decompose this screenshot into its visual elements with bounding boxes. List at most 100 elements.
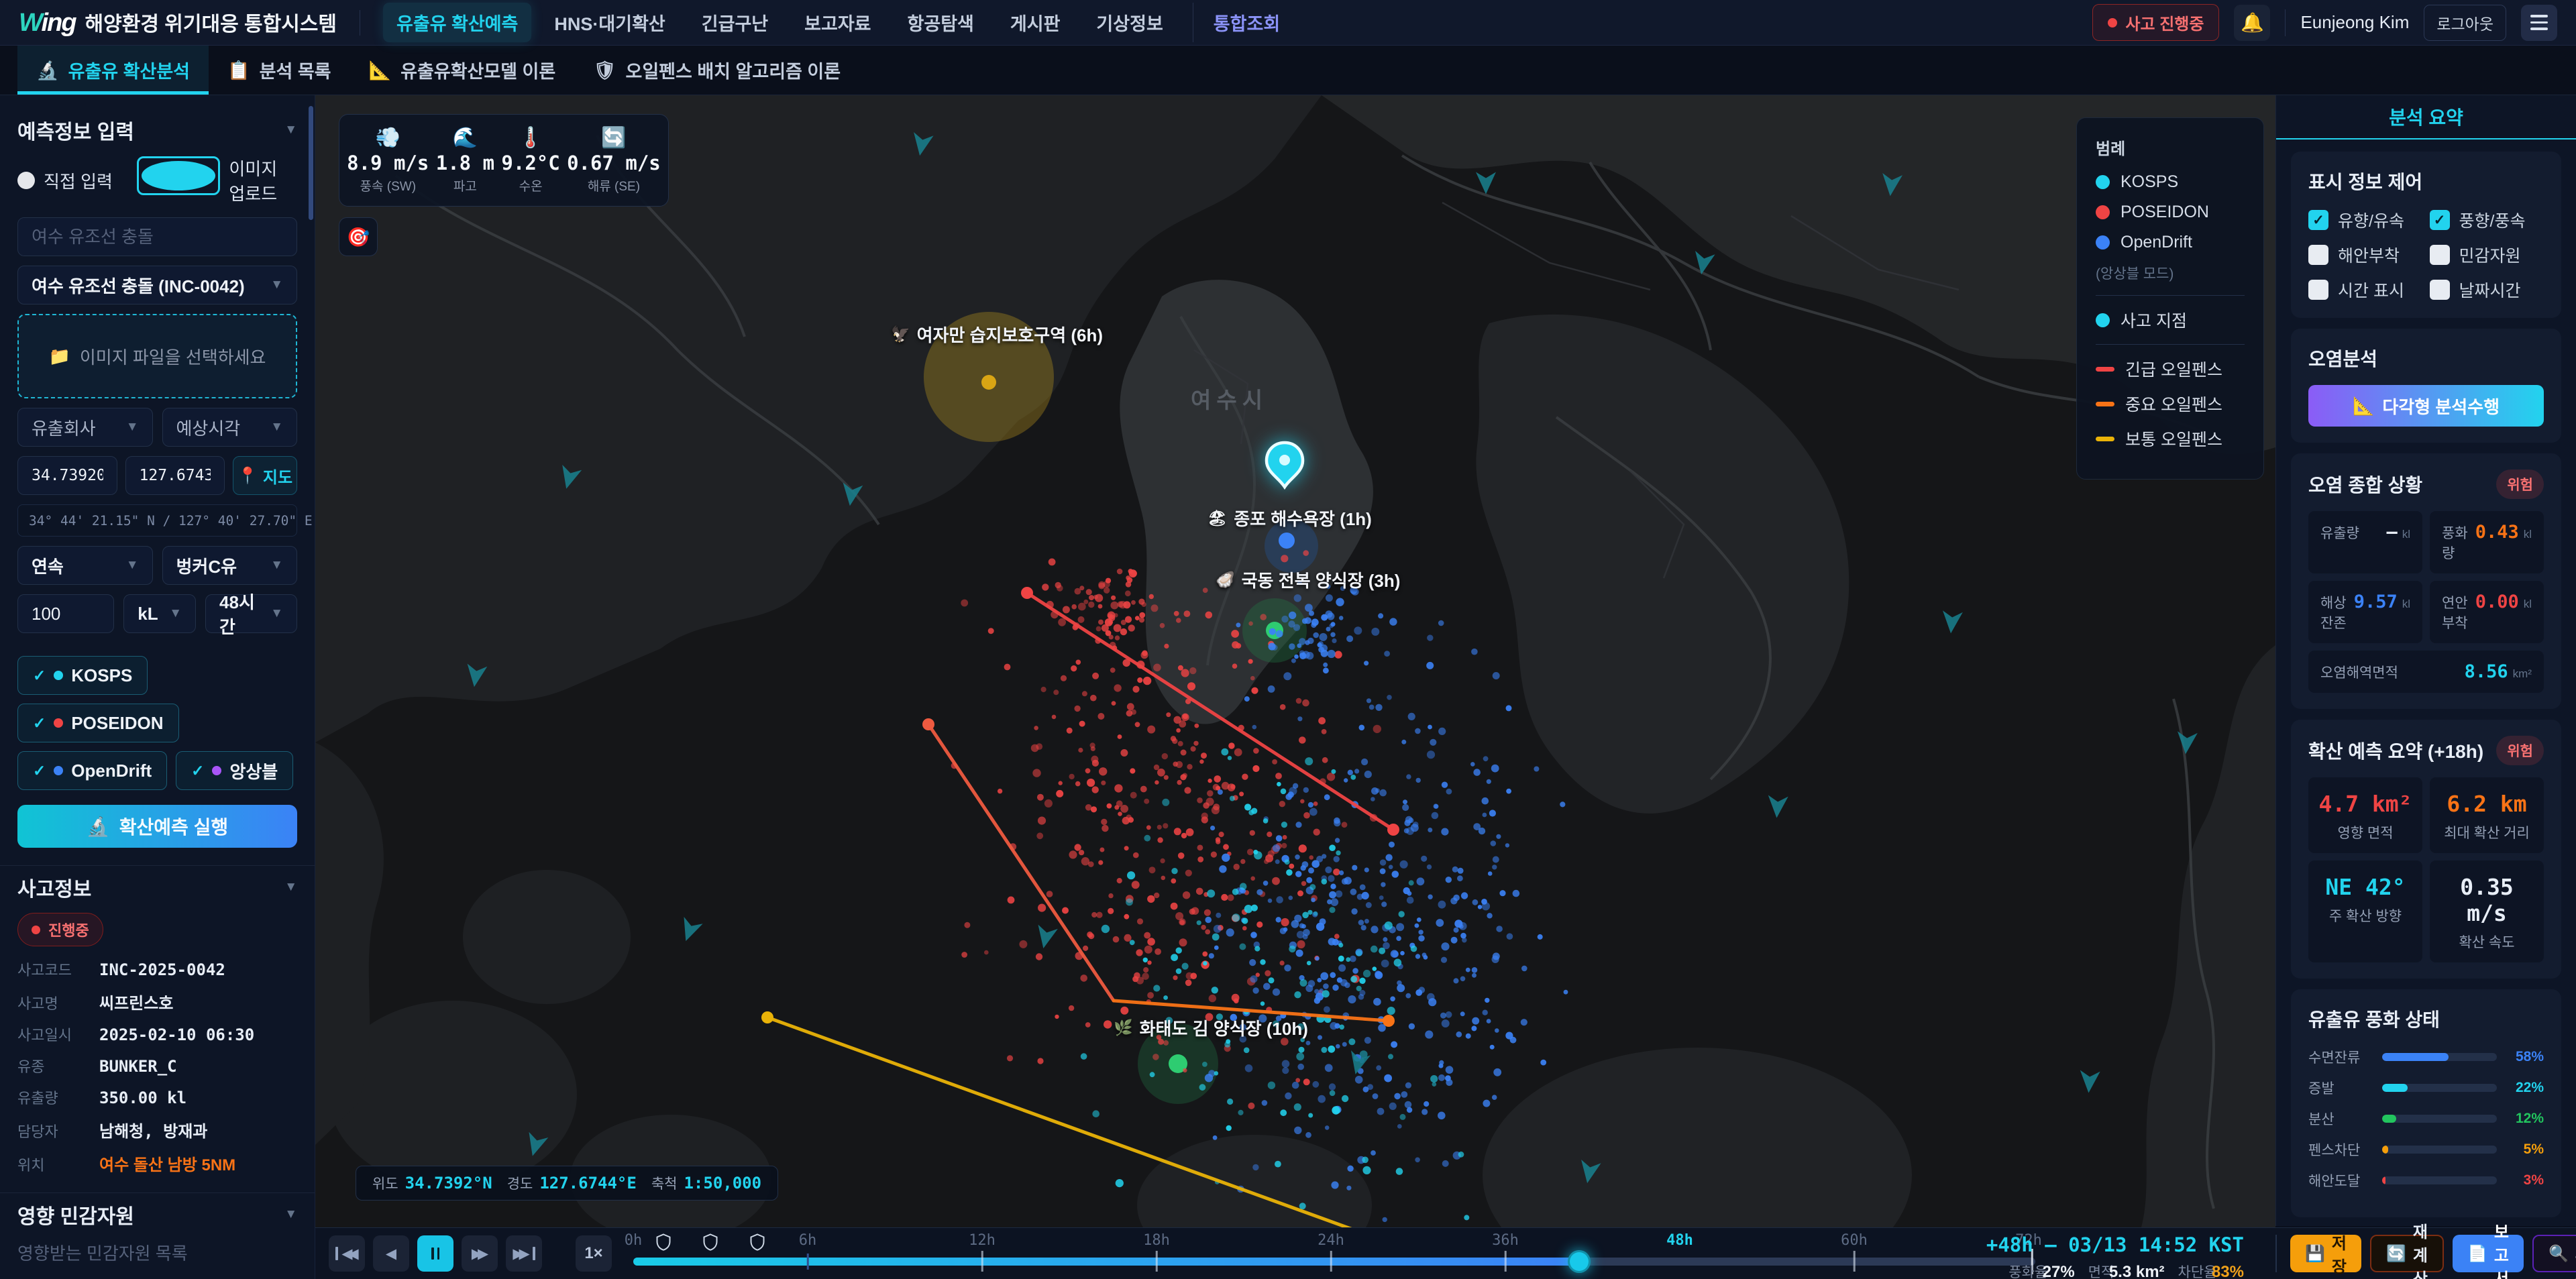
nav-item[interactable]: 유출유 확산예측 (383, 3, 531, 42)
status-cell: 연안부착 0.00kl (2430, 581, 2544, 643)
forecast-value: 0.35 m/s (2436, 874, 2537, 926)
action-button[interactable]: 🔍 역추적 (2532, 1235, 2576, 1272)
model-color-dot (54, 671, 63, 680)
nav-item[interactable]: 기상정보 (1083, 3, 1176, 42)
fence-event-shield-icon[interactable] (703, 1233, 718, 1254)
model-chip[interactable]: ✓ POSEIDON (17, 704, 179, 742)
poi-icon: 🦅 (891, 325, 910, 343)
predict-section-header[interactable]: 예측정보 입력 ▼ (17, 115, 297, 145)
company-select[interactable]: 유출회사▼ (17, 408, 153, 447)
sidebar-scrollbar[interactable] (309, 106, 313, 220)
model-chip[interactable]: ✓ OpenDrift (17, 751, 167, 790)
timeline-track[interactable] (633, 1258, 2035, 1266)
nav-item[interactable]: 보고자료 (791, 3, 884, 42)
action-button[interactable]: 🔄 재계산 (2370, 1235, 2444, 1272)
poi-label[interactable]: 🦅 여자만 습지보호구역 (6h) (891, 322, 1103, 347)
model-chip[interactable]: ✓ KOSPS (17, 656, 148, 695)
weathering-bar-row: 펜스차단 5% (2308, 1139, 2544, 1160)
fence-event-shield-icon[interactable] (656, 1233, 672, 1254)
duration-select[interactable]: 48시간▼ (205, 594, 297, 633)
sensitive-subtitle: 영향받는 민감자원 목록 (17, 1240, 297, 1265)
amount-input[interactable] (17, 594, 114, 633)
display-checkbox[interactable]: 시간 표시 (2308, 278, 2423, 302)
incident-detail-row: 유출량 350.00 kl (17, 1087, 297, 1108)
notification-bell-button[interactable]: 🔔 (2234, 5, 2270, 41)
weathering-bar-row: 수면잔류 58% (2308, 1047, 2544, 1067)
display-checkbox[interactable]: 민감자원 (2430, 243, 2544, 267)
weather-label: 파고 (453, 176, 477, 194)
incident-select[interactable]: 여수 유조선 충돌 (INC-0042)▼ (17, 266, 297, 304)
sensitive-section-header[interactable]: 영향 민감자원 ▼ (17, 1200, 297, 1229)
oil-type-select[interactable]: 벙커C유▼ (162, 546, 298, 585)
polygon-analysis-button[interactable]: 📐 다각형 분석수행 (2308, 385, 2544, 427)
skip-end-button[interactable]: ▶▶ (506, 1235, 542, 1272)
expected-time-select[interactable]: 예상시각▼ (162, 408, 298, 447)
latitude-input[interactable] (17, 456, 117, 495)
weather-value: 8.9 m/s (347, 152, 429, 174)
nav-item[interactable]: 항공탐색 (894, 3, 987, 42)
nav-item[interactable]: 통합조회 (1193, 3, 1293, 42)
city-label: 여수시 (1191, 382, 1268, 414)
incident-search-input[interactable] (17, 217, 297, 256)
legend-color-dot (2096, 235, 2110, 249)
tab[interactable]: 🛡 오일펜스 배치 알고리즘 이론 (574, 46, 859, 95)
nav-item[interactable]: 긴급구난 (688, 3, 782, 42)
recenter-target-button[interactable]: 🎯 (339, 217, 378, 256)
skip-start-button[interactable]: ◀◀ (329, 1235, 365, 1272)
map-legend: 범례 KOSPS POSEIDON OpenDrift (앙상블 모드) 사고 … (2076, 117, 2264, 480)
longitude-input[interactable] (125, 456, 225, 495)
timeline-handle[interactable] (1568, 1250, 1591, 1273)
display-checkbox[interactable]: 날짜시간 (2430, 278, 2544, 302)
incident-section-header[interactable]: 사고정보 ▼ (17, 873, 297, 902)
incident-status-badge[interactable]: 사고 진행중 (2092, 4, 2219, 41)
playback-speed-button[interactable]: 1× (576, 1235, 612, 1272)
display-checkbox[interactable]: ✓ 유향/유속 (2308, 208, 2423, 232)
pause-button[interactable] (417, 1235, 453, 1272)
longitude-readout: 127.6744°E (539, 1174, 637, 1192)
display-checkbox[interactable]: ✓ 풍향/풍속 (2430, 208, 2544, 232)
fence-event-shield-icon[interactable] (750, 1233, 765, 1254)
status-cell: 유출량 –kl (2308, 511, 2422, 573)
poi-label[interactable]: 🌿 화태도 김 양식장 (10h) (1114, 1015, 1308, 1040)
model-chip[interactable]: ✓ 앙상블 (176, 751, 293, 790)
incident-detail-row: 사고코드 INC-2025-0042 (17, 958, 297, 980)
display-checkbox[interactable]: 해안부착 (2308, 243, 2423, 267)
action-button[interactable]: 💾 저장 (2290, 1235, 2361, 1272)
bar-value: 58% (2506, 1049, 2544, 1065)
app-title: 해양환경 위기대응 통합시스템 (85, 7, 337, 37)
image-upload-dropzone[interactable]: 📁 이미지 파일을 선택하세요 (17, 314, 297, 398)
hamburger-menu-button[interactable] (2521, 5, 2557, 41)
logout-button[interactable]: 로그아웃 (2424, 5, 2506, 41)
tab-icon: 🔬 (36, 60, 59, 81)
app-logo: Wing 해양환경 위기대응 통합시스템 (19, 7, 337, 38)
action-button[interactable]: 📄 보고서 (2453, 1235, 2524, 1272)
tab[interactable]: 🔬 유출유 확산분석 (17, 46, 209, 95)
map-canvas[interactable]: 여수시 🦅 여자만 습지보호구역 (6h) 🏖 종포 해수욕장 (1h) 🦪 국… (315, 95, 2275, 1227)
target-icon: 🎯 (347, 226, 370, 248)
poi-icon: 🦪 (1216, 571, 1235, 589)
poi-label[interactable]: 🏖 종포 해수욕장 (1h) (1208, 506, 1372, 531)
logo-mark: Wing (19, 9, 76, 38)
analysis-summary-panel: 분석 요약 표시 정보 제어 ✓ 유향/유속 ✓ 풍향/풍속 해안부착 민감자원 (2275, 95, 2576, 1226)
chevron-down-icon: ▼ (270, 278, 283, 292)
check-icon: ✓ (33, 667, 46, 685)
tab[interactable]: 📐 유출유확산모델 이론 (350, 46, 575, 95)
unit-select[interactable]: kL▼ (123, 594, 196, 633)
tab-icon: 🛡 (593, 60, 616, 81)
poi-label[interactable]: 🦪 국동 전복 양식장 (3h) (1216, 567, 1400, 592)
nav-item[interactable]: 게시판 (997, 3, 1074, 42)
timeline-track-area: 0h6h12h18h24h36h48h60h72h (633, 1228, 2042, 1279)
radio-image-upload[interactable]: 이미지 업로드 (137, 156, 278, 205)
input-mode-radios: 직접 입력 이미지 업로드 (17, 156, 297, 205)
radio-direct-input[interactable]: 직접 입력 (17, 168, 113, 193)
step-back-button[interactable]: ◀ (373, 1235, 409, 1272)
pick-on-map-button[interactable]: 📍지도 (233, 456, 297, 495)
nav-item[interactable]: HNS·대기확산 (541, 3, 678, 42)
fast-forward-button[interactable]: ▶▶ (462, 1235, 498, 1272)
tab[interactable]: 📋 분석 목록 (209, 46, 350, 95)
spill-type-select[interactable]: 연속▼ (17, 546, 153, 585)
map-coordinate-bar: 위도 34.7392°N 경도 127.6744°E 축척 1:50,000 (356, 1166, 778, 1201)
run-prediction-button[interactable]: 🔬 확산예측 실행 (17, 805, 297, 848)
model-color-dot (54, 766, 63, 775)
status-dot-icon (2108, 18, 2117, 27)
